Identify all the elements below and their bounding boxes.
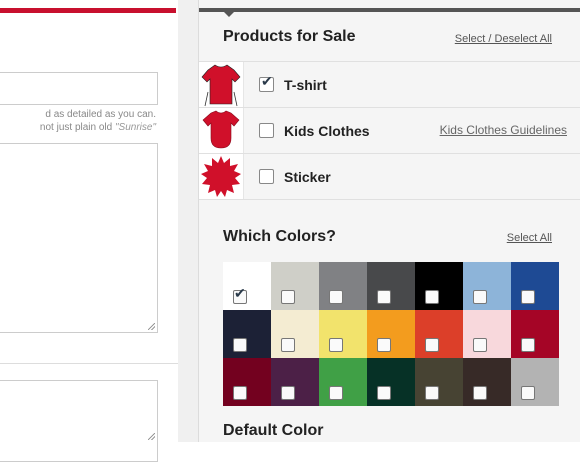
product-row-tshirt[interactable]: ✔ T-shirt	[199, 61, 580, 107]
color-checkbox-maroon[interactable]	[233, 386, 247, 400]
color-swatch-grey[interactable]	[319, 262, 367, 310]
kids-onesie-icon	[199, 108, 244, 153]
left-form-column: d as detailed as you can. not just plain…	[0, 0, 178, 462]
color-swatch-grid: ✔	[223, 262, 559, 406]
color-swatch-white[interactable]: ✔	[223, 262, 271, 310]
color-checkbox-purple[interactable]	[281, 386, 295, 400]
select-deselect-all-link[interactable]: Select / Deselect All	[455, 33, 552, 45]
hint-line-1: d as detailed as you can.	[45, 109, 156, 120]
color-checkbox-silver[interactable]	[521, 386, 535, 400]
colors-title: Which Colors?	[223, 228, 336, 245]
color-swatch-red[interactable]	[511, 310, 559, 358]
hint-line-2-prefix: not just plain old	[39, 122, 113, 133]
color-swatch-charcoal[interactable]	[367, 262, 415, 310]
sticker-checkbox[interactable]	[259, 169, 274, 184]
color-swatch-light-grey[interactable]	[271, 262, 319, 310]
title-input[interactable]	[0, 72, 158, 105]
resize-grip-icon[interactable]	[148, 433, 155, 440]
color-swatch-orange[interactable]	[367, 310, 415, 358]
color-swatch-navy[interactable]	[223, 310, 271, 358]
kids-clothes-checkbox[interactable]	[259, 123, 274, 138]
color-checkbox-cream[interactable]	[281, 338, 295, 352]
brand-accent-bar	[0, 8, 176, 13]
products-title: Products for Sale	[223, 28, 356, 45]
color-swatch-dark-brown[interactable]	[463, 358, 511, 406]
color-checkbox-light-grey[interactable]	[281, 290, 295, 304]
product-row-sticker[interactable]: Sticker	[199, 153, 580, 199]
color-swatch-olive[interactable]	[415, 358, 463, 406]
kids-clothes-label: Kids Clothes	[284, 123, 370, 139]
color-swatch-cream[interactable]	[271, 310, 319, 358]
color-checkbox-light-blue[interactable]	[473, 290, 487, 304]
color-checkbox-green[interactable]	[329, 386, 343, 400]
color-swatch-dark-green[interactable]	[367, 358, 415, 406]
description-hint: d as detailed as you can. not just plain…	[40, 108, 156, 134]
color-swatch-silver[interactable]	[511, 358, 559, 406]
tags-textarea[interactable]	[0, 380, 158, 462]
color-swatch-pink[interactable]	[463, 310, 511, 358]
resize-grip-icon[interactable]	[148, 323, 155, 330]
color-checkbox-dark-brown[interactable]	[473, 386, 487, 400]
color-checkbox-pink[interactable]	[473, 338, 487, 352]
color-checkbox-white[interactable]: ✔	[233, 286, 247, 304]
color-checkbox-grey[interactable]	[329, 290, 343, 304]
hint-line-2: not just plain old "Sunrise"	[40, 121, 156, 134]
description-textarea[interactable]	[0, 143, 158, 333]
color-swatch-red-orange[interactable]	[415, 310, 463, 358]
sticker-label: Sticker	[284, 169, 331, 185]
color-checkbox-black[interactable]	[425, 290, 439, 304]
divider	[199, 199, 580, 200]
color-checkbox-orange[interactable]	[377, 338, 391, 352]
hint-example: "Sunrise"	[114, 122, 156, 133]
color-checkbox-dark-green[interactable]	[377, 386, 391, 400]
select-all-colors-link[interactable]: Select All	[507, 232, 552, 244]
color-checkbox-royal-blue[interactable]	[521, 290, 535, 304]
color-swatch-maroon[interactable]	[223, 358, 271, 406]
kids-clothes-guidelines-link[interactable]: Kids Clothes Guidelines	[440, 123, 567, 137]
checkmark-icon: ✔	[234, 285, 246, 301]
color-swatch-royal-blue[interactable]	[511, 262, 559, 310]
color-checkbox-charcoal[interactable]	[377, 290, 391, 304]
tshirt-icon	[199, 62, 244, 107]
color-swatch-purple[interactable]	[271, 358, 319, 406]
color-swatch-green[interactable]	[319, 358, 367, 406]
tshirt-label: T-shirt	[284, 77, 327, 93]
default-color-title: Default Color	[223, 422, 324, 439]
color-swatch-light-blue[interactable]	[463, 262, 511, 310]
panel-top-bar	[199, 8, 580, 12]
color-swatch-black[interactable]	[415, 262, 463, 310]
product-row-kids-clothes[interactable]: Kids Clothes Kids Clothes Guidelines	[199, 107, 580, 153]
tshirt-checkbox[interactable]: ✔	[259, 73, 274, 92]
products-panel: Products for Sale Select / Deselect All …	[198, 0, 580, 442]
color-checkbox-lemon[interactable]	[329, 338, 343, 352]
color-checkbox-navy[interactable]	[233, 338, 247, 352]
checkmark-icon: ✔	[261, 73, 273, 89]
panel-pointer-icon	[224, 12, 234, 17]
column-gutter	[178, 0, 198, 442]
color-checkbox-red[interactable]	[521, 338, 535, 352]
divider	[0, 363, 178, 364]
color-checkbox-red-orange[interactable]	[425, 338, 439, 352]
color-checkbox-olive[interactable]	[425, 386, 439, 400]
sticker-starburst-icon	[199, 154, 244, 199]
color-swatch-lemon[interactable]	[319, 310, 367, 358]
